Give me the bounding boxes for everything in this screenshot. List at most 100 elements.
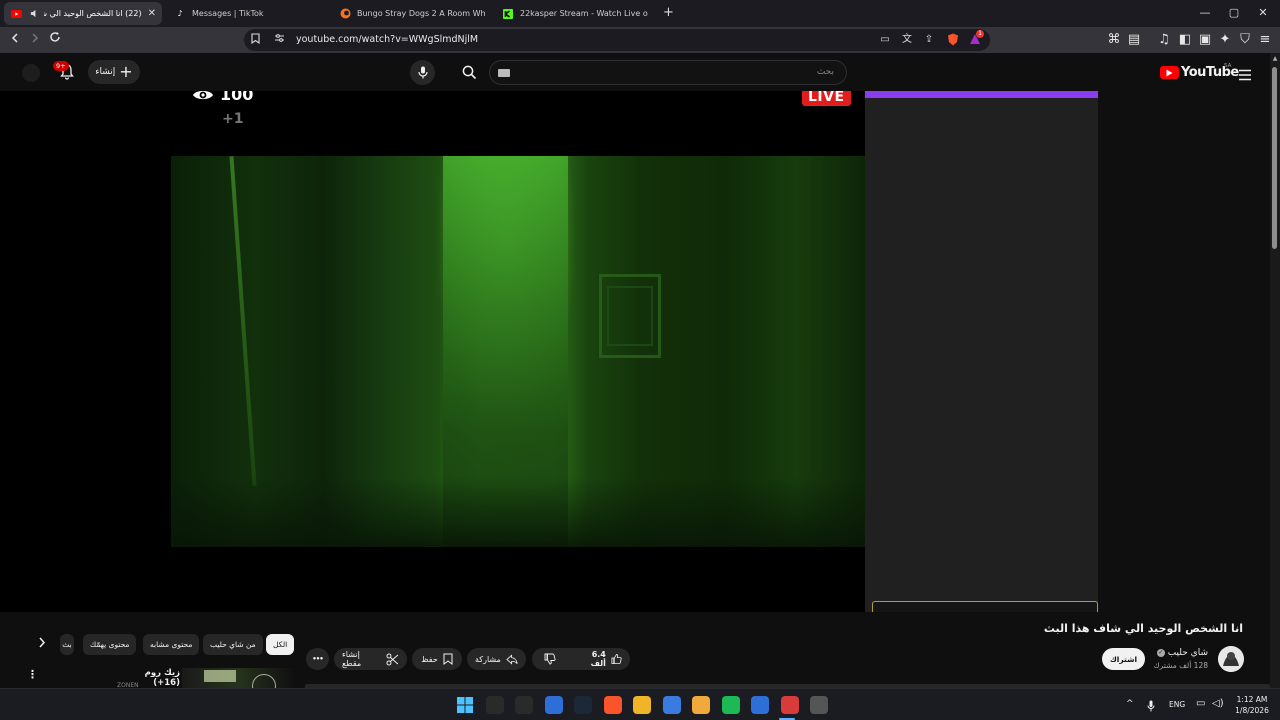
steam-icon[interactable] [574,696,592,714]
leo-ai-icon[interactable]: ✦ [1216,31,1234,49]
page-scrollbar[interactable]: ▲ [1270,53,1280,688]
chat-input[interactable] [872,601,1098,612]
extensions-icon[interactable]: ⌘ [1105,31,1123,49]
spotify-icon[interactable] [721,696,740,714]
file-explorer-icon[interactable] [633,696,651,714]
new-tab-button[interactable]: + [663,5,674,20]
dislike-button[interactable] [532,648,568,670]
start-icon[interactable] [456,696,474,714]
browser-toolbar: youtube.com/watch?v=WWgSlmdNjlM ▭ 文 ⇪ 1 … [0,27,1280,53]
language-indicator[interactable]: ENG [1169,700,1185,709]
create-button[interactable]: إنشاء + [88,60,140,84]
voice-search-button[interactable] [410,60,435,85]
keyboard-icon[interactable] [498,69,510,77]
brave-rewards-icon[interactable]: 1 [968,30,984,47]
menu-icon[interactable]: ≡ [1256,31,1274,49]
chip-label: محتوى مشابه [150,640,193,649]
chat-top-accent [865,91,1098,98]
search-button[interactable] [450,60,488,85]
youtube-header: 9+ إنشاء + بحث YouTube SA [0,53,1270,91]
channel-avatar[interactable] [1218,646,1244,672]
guide-menu-button[interactable] [1238,66,1252,81]
tab-title: Bungo Stray Dogs 2 A Room Where Y [357,9,485,18]
save-button[interactable]: حفظ [412,648,462,670]
recommendation-thumbnail[interactable] [182,668,294,688]
address-bar[interactable]: youtube.com/watch?v=WWgSlmdNjlM ▭ 文 ⇪ 1 [244,29,990,51]
clip-button[interactable]: إنشاء مقطع [334,648,407,670]
volume-icon[interactable]: ◁) [1212,698,1224,709]
tab-close-icon[interactable]: ✕ [142,8,156,19]
share-button[interactable]: مشاركة [467,648,526,670]
translate-icon[interactable]: 文 [900,33,914,47]
tab-bungo[interactable]: Bungo Stray Dogs 2 A Room Where Y [333,2,491,25]
notification-count-badge: 9+ [53,61,69,71]
clip-label: إنشاء مقطع [342,650,362,668]
network-icon[interactable]: ▭ [1196,698,1205,709]
reader-icon[interactable]: ▤ [1125,31,1143,49]
thumbnail-detail [252,674,276,688]
viewer-count-value: 100 [220,91,254,104]
clock[interactable]: 1:12 AM 1/8/2026 [1228,694,1276,716]
bookmark-icon[interactable] [248,33,262,47]
wallet-icon[interactable]: ▣ [1196,31,1214,49]
epic-games-icon[interactable] [485,696,504,714]
url-text: youtube.com/watch?v=WWgSlmdNjlM [296,34,479,45]
like-button[interactable]: 6.4 ألف [568,648,630,670]
tab-title: (22) انا الشخص الوحيد الي شاف [44,9,142,18]
settings-app-icon[interactable] [810,696,828,714]
maximize-button[interactable]: ▢ [1219,4,1249,22]
tab-youtube[interactable]: (22) انا الشخص الوحيد الي شاف ✕ [4,2,162,25]
avatar[interactable] [22,64,40,82]
chip-from-channel[interactable]: من شاي حليب [203,634,263,655]
scroll-thumb[interactable] [1272,67,1277,249]
plus-icon: + [119,62,133,81]
cast-icon[interactable]: ▭ [878,33,892,47]
brave-icon[interactable] [603,696,622,714]
app-arrow-icon[interactable] [751,696,769,714]
chip-label: بث [62,640,72,649]
mic-tray-icon[interactable] [1147,697,1159,712]
share-label: مشاركة [475,654,501,664]
kick-favicon-icon [502,8,514,20]
brave-shields-icon[interactable] [946,33,960,47]
subscribe-button[interactable]: اشتراك [1102,648,1145,670]
save-label: حفظ [421,654,438,664]
search-input[interactable]: بحث [489,60,847,85]
back-button[interactable] [6,31,24,49]
media-icon[interactable]: ♫ [1155,31,1173,49]
app-blue-icon[interactable] [544,696,563,714]
chips-next-button[interactable] [34,636,50,652]
chip-all[interactable]: الكل [266,634,295,655]
channel-name[interactable]: شاي حليب ✓ [1156,648,1208,658]
tray-overflow-icon[interactable]: ^ [1126,699,1134,709]
whatsapp-icon[interactable] [692,696,710,714]
video-title: انا الشخص الوحيد الي شاف هذا البث [1043,622,1243,635]
eye-icon [193,91,213,99]
more-actions-button[interactable]: ••• [306,648,329,670]
video-player[interactable]: 100 +1 LIVE [0,91,865,612]
steam-alt-icon[interactable] [515,696,533,714]
chip-related[interactable]: محتوى مشابه [143,634,200,655]
audio-playing-icon[interactable] [28,8,40,20]
reload-button[interactable] [46,31,64,49]
thumbnail-detail [204,670,236,682]
window-close-button[interactable]: ✕ [1248,4,1278,22]
notifications-button[interactable]: 9+ [53,61,78,83]
site-info-icon[interactable] [272,33,286,47]
app-active-icon[interactable] [780,696,799,714]
chip-live[interactable]: بث [60,634,74,655]
sidebar-icon[interactable]: ◧ [1176,31,1194,49]
recommendation-menu-icon[interactable]: ⋮ [27,668,38,682]
scroll-up-icon[interactable]: ▲ [1270,55,1280,63]
crunchyroll-favicon-icon [339,8,351,20]
tab-tiktok[interactable]: ♪ Messages | TikTok [168,2,326,25]
vpn-icon[interactable]: ⛉ [1236,31,1254,49]
chip-for-you[interactable]: محتوى يهمّك [83,634,137,655]
tab-kick[interactable]: 22kasper Stream - Watch Live on Kick [496,2,654,25]
tiktok-favicon-icon: ♪ [177,9,183,18]
minimize-button[interactable]: — [1190,4,1220,22]
share-page-icon[interactable]: ⇪ [922,33,936,47]
forward-button[interactable] [26,31,44,49]
microphone-icon [417,66,428,79]
store-icon[interactable] [662,696,681,714]
